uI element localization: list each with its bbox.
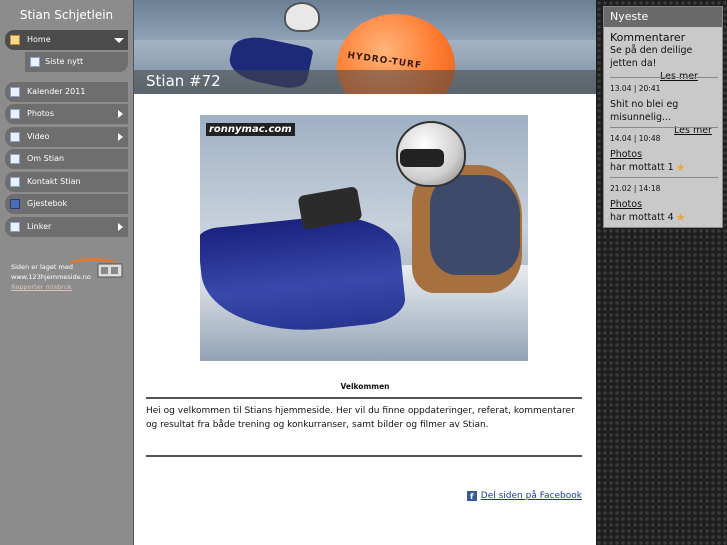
news-text: har mottatt 1 bbox=[610, 162, 674, 173]
news-divider bbox=[610, 77, 718, 78]
intro-text: Hei og velkommen til Stians hjemmeside. … bbox=[146, 406, 575, 430]
news-item: 21.02 | 14:18 Photos har mottatt 4 ★ bbox=[610, 182, 718, 224]
nav-item-kalender[interactable]: Kalender 2011 bbox=[5, 82, 128, 102]
page: Stian Schjetlein Home Siste nytt Kalende… bbox=[0, 0, 727, 545]
nav-item-kontakt[interactable]: Kontakt Stian bbox=[5, 172, 128, 192]
nav-item-linker[interactable]: Linker bbox=[5, 217, 128, 237]
house-icon bbox=[10, 35, 20, 45]
film-reel-icon bbox=[97, 263, 123, 278]
report-abuse-link[interactable]: Rapporter misbruk bbox=[11, 283, 72, 291]
photo-watermark: ronnymac.com bbox=[206, 123, 295, 136]
news-date: 21.02 | 14:18 bbox=[610, 184, 661, 193]
photos-link[interactable]: Photos bbox=[610, 199, 642, 210]
main-content: HYDRO-TURF Stian #72 ronnymac.com Velkom… bbox=[134, 0, 596, 545]
nav-item-video[interactable]: Video bbox=[5, 127, 128, 147]
nav-item-photos[interactable]: Photos bbox=[5, 104, 128, 124]
video-icon bbox=[10, 132, 20, 142]
nav-label: Linker bbox=[27, 222, 52, 231]
nav-label: Gjestebok bbox=[27, 199, 68, 208]
photo-icon bbox=[10, 109, 20, 119]
nav-label: Kalender 2011 bbox=[27, 87, 86, 96]
share-label: Del siden på Facebook bbox=[480, 491, 582, 501]
rider-vest bbox=[430, 175, 520, 275]
chevron-down-icon bbox=[114, 38, 124, 43]
nav-label: Photos bbox=[27, 109, 54, 118]
news-panel: Nyeste Kommentarer Se på den deilige jet… bbox=[603, 6, 723, 228]
credit-text: Siden er laget med bbox=[11, 263, 73, 271]
news-item: Kommentarer Se på den deilige jetten da!… bbox=[610, 31, 718, 83]
chevron-right-icon bbox=[118, 133, 123, 141]
news-item: 14.04 | 10:48 Photos har mottatt 1 ★ bbox=[610, 132, 718, 174]
nav-label: Kontakt Stian bbox=[27, 177, 81, 186]
news-text: Se på den deilige jetten da! bbox=[610, 45, 693, 69]
credit-link[interactable]: www.123hjemmeside.no bbox=[11, 273, 91, 281]
header-banner: HYDRO-TURF Stian #72 bbox=[134, 0, 596, 94]
nav-item-gjestebok[interactable]: Gjestebok bbox=[5, 194, 128, 214]
news-text: Shit no blei eg misunnelig... bbox=[610, 99, 679, 123]
banner-helmet bbox=[284, 2, 320, 32]
nav-label: Video bbox=[27, 132, 50, 141]
news-heading: Nyeste bbox=[604, 7, 722, 27]
rider-goggles bbox=[400, 149, 444, 167]
chevron-right-icon bbox=[118, 223, 123, 231]
facebook-share-link[interactable]: f Del siden på Facebook bbox=[466, 491, 582, 503]
photos-link[interactable]: Photos bbox=[610, 149, 642, 160]
guestbook-icon bbox=[10, 199, 20, 209]
divider bbox=[146, 455, 582, 457]
left-sidebar: Stian Schjetlein Home Siste nytt Kalende… bbox=[0, 0, 134, 545]
page-title: Stian #72 bbox=[146, 72, 221, 90]
chevron-right-icon bbox=[118, 110, 123, 118]
news-date: 13.04 | 20:41 bbox=[610, 84, 661, 93]
news-date: 14.04 | 10:48 bbox=[610, 134, 661, 143]
facebook-icon: f bbox=[466, 491, 477, 501]
site-title: Stian Schjetlein bbox=[19, 8, 114, 22]
nav-label: Siste nytt bbox=[45, 57, 84, 66]
star-icon: ★ bbox=[675, 161, 686, 174]
news-category: Kommentarer bbox=[610, 31, 686, 44]
news-item: 13.04 | 20:41 Shit no blei eg misunnelig… bbox=[610, 82, 718, 137]
news-text: har mottatt 4 bbox=[610, 212, 674, 223]
divider bbox=[146, 397, 582, 399]
jetski-photo: ronnymac.com bbox=[200, 115, 528, 361]
nav-item-siste-nytt[interactable]: Siste nytt bbox=[25, 52, 128, 72]
welcome-heading: Velkommen bbox=[340, 382, 390, 391]
page-icon bbox=[10, 222, 20, 232]
banner-title-bar: Stian #72 bbox=[134, 70, 596, 94]
nav-label: Om Stian bbox=[27, 154, 65, 163]
news-divider bbox=[610, 177, 718, 178]
nav-item-om-stian[interactable]: Om Stian bbox=[5, 149, 128, 169]
star-icon: ★ bbox=[675, 211, 686, 224]
page-icon bbox=[10, 154, 20, 164]
news-divider bbox=[610, 127, 718, 128]
credit-box: Siden er laget med www.123hjemmeside.no … bbox=[11, 258, 126, 297]
page-icon bbox=[10, 177, 20, 187]
page-icon bbox=[10, 87, 20, 97]
page-icon bbox=[30, 57, 40, 67]
nav-label: Home bbox=[27, 35, 51, 44]
nav-item-home[interactable]: Home bbox=[5, 30, 128, 50]
